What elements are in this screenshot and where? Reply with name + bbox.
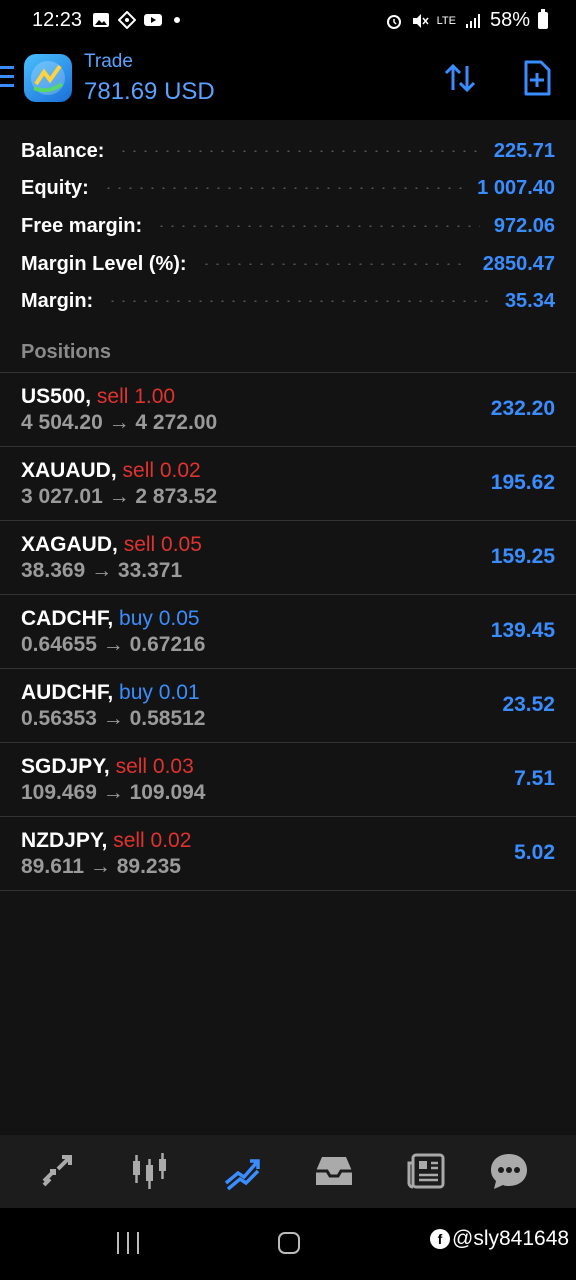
position-row[interactable]: CADCHF, buy 0.05 0.64655 → 0.67216 139.4… <box>0 595 576 669</box>
position-profit: 7.51 <box>514 767 555 790</box>
position-symbol: XAGAUD, <box>21 533 118 556</box>
quotes-icon[interactable] <box>36 1149 80 1193</box>
signal-icon <box>465 13 480 28</box>
position-profit: 23.52 <box>502 693 555 716</box>
alarm-icon <box>386 14 401 29</box>
position-row[interactable]: AUDCHF, buy 0.01 0.56353 → 0.58512 23.52 <box>0 669 576 743</box>
summary-label: Free margin: <box>21 214 143 237</box>
youtube-icon <box>144 14 162 26</box>
position-row[interactable]: SGDJPY, sell 0.03 109.469 → 109.094 7.51 <box>0 743 576 817</box>
home-button[interactable] <box>278 1232 300 1254</box>
summary-label: Margin Level (%): <box>21 252 187 275</box>
summary-value: 1 007.40 <box>477 176 555 199</box>
account-summary: Balance: 225.71 Equity: 1 007.40 Free ma… <box>0 120 576 335</box>
history-icon[interactable] <box>312 1149 356 1193</box>
position-row[interactable]: XAGAUD, sell 0.05 38.369 → 33.371 159.25 <box>0 521 576 595</box>
recent-apps-button[interactable] <box>117 1232 141 1254</box>
position-symbol: AUDCHF, <box>21 681 114 704</box>
position-side: sell 0.03 <box>115 755 194 778</box>
summary-row-margin-level: Margin Level (%): 2850.47 <box>21 249 555 279</box>
sort-icon[interactable] <box>440 58 480 98</box>
summary-value: 972.06 <box>493 214 555 237</box>
dotted-leader <box>102 187 464 189</box>
notification-icons <box>92 11 180 29</box>
new-order-icon[interactable] <box>517 58 557 98</box>
gallery-icon <box>93 13 109 27</box>
header-balance: 781.69 USD <box>84 78 215 105</box>
positions-list: US500, sell 1.00 4 504.20 → 4 272.00 232… <box>0 373 576 1135</box>
position-profit: 159.25 <box>490 545 555 568</box>
watermark: f @sly841648 <box>430 1227 569 1251</box>
dotted-leader <box>200 263 469 265</box>
position-prices: 109.469 → 109.094 <box>21 781 206 804</box>
position-profit: 232.20 <box>490 397 555 420</box>
chart-icon[interactable] <box>128 1149 172 1193</box>
position-row[interactable]: XAUAUD, sell 0.02 3 027.01 → 2 873.52 19… <box>0 447 576 521</box>
summary-value: 2850.47 <box>482 252 555 275</box>
shuffle-icon <box>118 11 136 29</box>
position-profit: 5.02 <box>514 841 555 864</box>
news-icon[interactable] <box>404 1149 448 1193</box>
position-side: sell 1.00 <box>96 385 176 408</box>
dotted-leader <box>118 150 480 152</box>
facebook-icon: f <box>430 1229 450 1249</box>
app-header: Trade 781.69 USD <box>0 42 576 120</box>
position-row[interactable]: NZDJPY, sell 0.02 89.611 → 89.235 5.02 <box>0 817 576 891</box>
position-side: sell 0.02 <box>122 459 201 482</box>
battery-percent: 58% <box>489 9 530 31</box>
summary-label: Equity: <box>21 176 89 199</box>
summary-value: 35.34 <box>504 289 555 312</box>
dotted-leader <box>156 225 480 227</box>
position-side: buy 0.01 <box>119 681 200 704</box>
summary-row-equity: Equity: 1 007.40 <box>21 173 555 203</box>
position-row[interactable]: US500, sell 1.00 4 504.20 → 4 272.00 232… <box>0 373 576 447</box>
position-prices: 0.64655 → 0.67216 <box>21 633 206 656</box>
summary-label: Balance: <box>21 139 105 162</box>
position-symbol: NZDJPY, <box>21 829 108 852</box>
more-notifications-dot <box>174 17 180 23</box>
position-symbol: CADCHF, <box>21 607 114 630</box>
dotted-leader <box>107 300 491 302</box>
position-prices: 89.611 → 89.235 <box>21 855 181 878</box>
system-status: LTE 58% <box>385 9 548 32</box>
battery-icon <box>538 9 548 29</box>
page-title: Trade <box>84 51 133 72</box>
position-symbol: US500, <box>21 385 92 408</box>
messages-icon[interactable] <box>487 1149 531 1193</box>
position-side: buy 0.05 <box>119 607 200 630</box>
position-symbol: XAUAUD, <box>21 459 117 482</box>
summary-value: 225.71 <box>493 139 555 162</box>
summary-row-balance: Balance: 225.71 <box>21 136 555 166</box>
position-profit: 195.62 <box>490 471 555 494</box>
position-prices: 0.56353 → 0.58512 <box>21 707 206 730</box>
position-prices: 4 504.20 → 4 272.00 <box>21 411 218 434</box>
status-bar: 12:23 LTE 58% <box>0 0 576 42</box>
summary-row-free-margin: Free margin: 972.06 <box>21 211 555 241</box>
summary-label: Margin: <box>21 289 94 312</box>
status-time: 12:23 <box>32 9 83 31</box>
position-side: sell 0.05 <box>123 533 202 556</box>
trade-icon[interactable] <box>220 1149 264 1193</box>
positions-section-header: Positions <box>0 334 576 373</box>
watermark-text: @sly841648 <box>452 1227 570 1250</box>
summary-row-margin: Margin: 35.34 <box>21 286 555 316</box>
mute-icon <box>412 13 429 28</box>
system-navigation-bar: f @sly841648 <box>0 1208 576 1280</box>
bottom-navigation <box>0 1135 576 1208</box>
position-prices: 38.369 → 33.371 <box>21 559 183 582</box>
position-prices: 3 027.01 → 2 873.52 <box>21 485 218 508</box>
positions-title: Positions <box>21 341 112 363</box>
metatrader-logo <box>24 54 72 102</box>
position-side: sell 0.02 <box>113 829 192 852</box>
position-symbol: SGDJPY, <box>21 755 110 778</box>
menu-icon[interactable] <box>0 66 14 92</box>
position-profit: 139.45 <box>490 619 555 642</box>
network-type: LTE <box>436 14 456 27</box>
